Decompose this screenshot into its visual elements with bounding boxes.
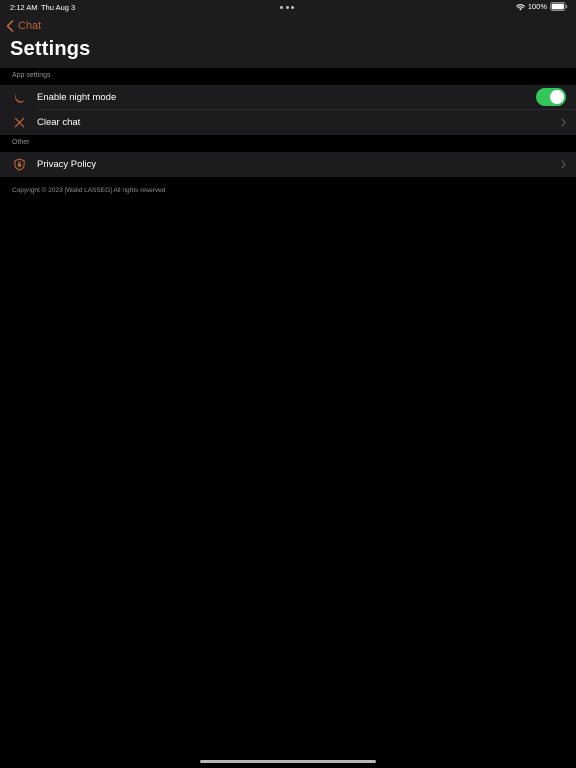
shield-icon bbox=[14, 158, 25, 171]
row-clear-chat[interactable]: Clear chat bbox=[0, 110, 576, 135]
status-time: 2:12 AM bbox=[10, 3, 38, 12]
close-icon bbox=[14, 117, 25, 128]
settings-screen: 2:12 AM Thu Aug 3 100% Chat Settings App… bbox=[0, 0, 576, 768]
row-label: Clear chat bbox=[37, 117, 81, 128]
row-label: Privacy Policy bbox=[37, 159, 97, 170]
moon-icon bbox=[15, 92, 25, 103]
night-mode-toggle[interactable] bbox=[536, 88, 566, 106]
row-enable-night-mode: Enable night mode bbox=[0, 85, 576, 110]
home-indicator[interactable] bbox=[200, 760, 376, 763]
chevron-left-icon bbox=[6, 20, 14, 32]
section-header-app-settings: App settings bbox=[12, 72, 51, 79]
back-button[interactable]: Chat bbox=[6, 18, 41, 34]
row-privacy-policy[interactable]: Privacy Policy bbox=[0, 152, 576, 177]
back-button-label: Chat bbox=[18, 20, 42, 32]
status-indicators: 100% bbox=[515, 2, 568, 11]
battery-percentage: 100% bbox=[527, 2, 547, 11]
battery-icon bbox=[550, 2, 568, 11]
row-label: Enable night mode bbox=[37, 92, 117, 103]
chevron-right-icon bbox=[561, 160, 566, 169]
chevron-right-icon bbox=[561, 118, 566, 127]
copyright-text: Copyright © 2023 [Walid LASSEG] All righ… bbox=[12, 187, 166, 194]
navigation-bar: 2:12 AM Thu Aug 3 100% Chat Settings bbox=[0, 0, 576, 68]
status-bar: 2:12 AM Thu Aug 3 100% bbox=[0, 0, 576, 14]
wifi-icon bbox=[515, 3, 525, 10]
page-title: Settings bbox=[10, 38, 91, 60]
status-date: Thu Aug 3 bbox=[41, 3, 76, 12]
multitasking-dots-icon[interactable] bbox=[280, 3, 296, 11]
section-header-other: Other bbox=[12, 139, 30, 146]
toggle-knob bbox=[550, 90, 564, 104]
